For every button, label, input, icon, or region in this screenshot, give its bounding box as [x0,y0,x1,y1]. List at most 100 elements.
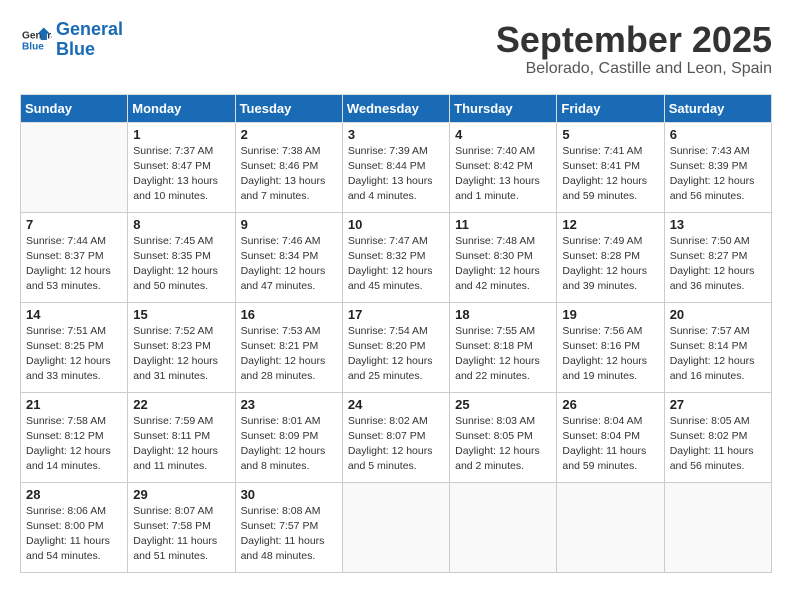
day-number: 6 [670,127,766,142]
day-info: Sunrise: 7:57 AM Sunset: 8:14 PM Dayligh… [670,324,766,385]
calendar-week-row: 28 Sunrise: 8:06 AM Sunset: 8:00 PM Dayli… [21,482,772,572]
calendar-table: SundayMondayTuesdayWednesdayThursdayFrid… [20,94,772,573]
day-number: 19 [562,307,658,322]
calendar-cell: 16Sunrise: 7:53 AM Sunset: 8:21 PM Dayli… [235,302,342,392]
calendar-cell: 2 Sunrise: 7:38 AM Sunset: 8:46 PM Daylig… [235,122,342,212]
day-number: 2 [241,127,337,142]
logo-icon: General Blue [20,26,52,54]
day-info: Sunrise: 7:49 AM Sunset: 8:28 PM Dayligh… [562,234,658,295]
day-number: 8 [133,217,229,232]
calendar-week-row: 1Sunrise: 7:37 AM Sunset: 8:47 PM Daylig… [21,122,772,212]
calendar-cell: 15 Sunrise: 7:52 AM Sunset: 8:23 PM Dayli… [128,302,235,392]
day-number: 30 [241,487,337,502]
calendar-cell: 14Sunrise: 7:51 AM Sunset: 8:25 PM Dayli… [21,302,128,392]
day-info: Sunrise: 7:54 AM Sunset: 8:20 PM Dayligh… [348,324,444,385]
calendar-cell: 22 Sunrise: 7:59 AM Sunset: 8:11 PM Dayli… [128,392,235,482]
calendar-cell: 25 Sunrise: 8:03 AM Sunset: 8:05 PM Dayli… [450,392,557,482]
day-number: 15 [133,307,229,322]
day-info: Sunrise: 7:41 AM Sunset: 8:41 PM Dayligh… [562,144,658,205]
day-info: Sunrise: 7:37 AM Sunset: 8:47 PM Dayligh… [133,144,229,205]
day-number: 20 [670,307,766,322]
weekday-header: Saturday [664,94,771,122]
day-info: Sunrise: 8:01 AM Sunset: 8:09 PM Dayligh… [241,414,337,475]
calendar-cell: 18 Sunrise: 7:55 AM Sunset: 8:18 PM Dayli… [450,302,557,392]
calendar-cell: 12 Sunrise: 7:49 AM Sunset: 8:28 PM Dayli… [557,212,664,302]
day-number: 26 [562,397,658,412]
calendar-cell: 6 Sunrise: 7:43 AM Sunset: 8:39 PM Daylig… [664,122,771,212]
calendar-cell: 10Sunrise: 7:47 AM Sunset: 8:32 PM Dayli… [342,212,449,302]
location-title: Belorado, Castille and Leon, Spain [496,60,772,78]
day-number: 24 [348,397,444,412]
day-info: Sunrise: 7:53 AM Sunset: 8:21 PM Dayligh… [241,324,337,385]
day-info: Sunrise: 7:39 AM Sunset: 8:44 PM Dayligh… [348,144,444,205]
day-number: 12 [562,217,658,232]
calendar-cell: 24Sunrise: 8:02 AM Sunset: 8:07 PM Dayli… [342,392,449,482]
month-title: September 2025 [496,20,772,60]
calendar-cell: 28 Sunrise: 8:06 AM Sunset: 8:00 PM Dayli… [21,482,128,572]
weekday-header: Tuesday [235,94,342,122]
calendar-cell: 9 Sunrise: 7:46 AM Sunset: 8:34 PM Daylig… [235,212,342,302]
calendar-cell: 7 Sunrise: 7:44 AM Sunset: 8:37 PM Daylig… [21,212,128,302]
calendar-cell [21,122,128,212]
day-number: 25 [455,397,551,412]
weekday-header: Wednesday [342,94,449,122]
calendar-cell: 21Sunrise: 7:58 AM Sunset: 8:12 PM Dayli… [21,392,128,482]
calendar-week-row: 21Sunrise: 7:58 AM Sunset: 8:12 PM Dayli… [21,392,772,482]
day-info: Sunrise: 7:58 AM Sunset: 8:12 PM Dayligh… [26,414,122,475]
calendar-cell: 13Sunrise: 7:50 AM Sunset: 8:27 PM Dayli… [664,212,771,302]
calendar-cell [557,482,664,572]
calendar-header: SundayMondayTuesdayWednesdayThursdayFrid… [21,94,772,122]
day-info: Sunrise: 8:06 AM Sunset: 8:00 PM Dayligh… [26,504,122,565]
day-info: Sunrise: 7:47 AM Sunset: 8:32 PM Dayligh… [348,234,444,295]
day-number: 9 [241,217,337,232]
page-header: General Blue GeneralBlue September 2025 … [20,20,772,78]
calendar-cell: 8 Sunrise: 7:45 AM Sunset: 8:35 PM Daylig… [128,212,235,302]
calendar-cell: 20 Sunrise: 7:57 AM Sunset: 8:14 PM Dayli… [664,302,771,392]
calendar-cell: 17 Sunrise: 7:54 AM Sunset: 8:20 PM Dayli… [342,302,449,392]
day-info: Sunrise: 8:03 AM Sunset: 8:05 PM Dayligh… [455,414,551,475]
weekday-header: Friday [557,94,664,122]
weekday-header: Sunday [21,94,128,122]
day-info: Sunrise: 7:52 AM Sunset: 8:23 PM Dayligh… [133,324,229,385]
day-number: 18 [455,307,551,322]
calendar-cell: 11Sunrise: 7:48 AM Sunset: 8:30 PM Dayli… [450,212,557,302]
calendar-cell [450,482,557,572]
day-info: Sunrise: 7:55 AM Sunset: 8:18 PM Dayligh… [455,324,551,385]
calendar-cell: 5 Sunrise: 7:41 AM Sunset: 8:41 PM Daylig… [557,122,664,212]
calendar-cell: 30Sunrise: 8:08 AM Sunset: 7:57 PM Dayli… [235,482,342,572]
day-number: 22 [133,397,229,412]
day-number: 29 [133,487,229,502]
day-number: 5 [562,127,658,142]
day-number: 28 [26,487,122,502]
svg-text:Blue: Blue [22,41,44,52]
day-info: Sunrise: 7:48 AM Sunset: 8:30 PM Dayligh… [455,234,551,295]
calendar-cell: 1Sunrise: 7:37 AM Sunset: 8:47 PM Daylig… [128,122,235,212]
day-info: Sunrise: 8:05 AM Sunset: 8:02 PM Dayligh… [670,414,766,475]
weekday-row: SundayMondayTuesdayWednesdayThursdayFrid… [21,94,772,122]
calendar-cell: 26Sunrise: 8:04 AM Sunset: 8:04 PM Dayli… [557,392,664,482]
day-info: Sunrise: 7:44 AM Sunset: 8:37 PM Dayligh… [26,234,122,295]
day-info: Sunrise: 7:43 AM Sunset: 8:39 PM Dayligh… [670,144,766,205]
calendar-cell: 3Sunrise: 7:39 AM Sunset: 8:44 PM Daylig… [342,122,449,212]
calendar-cell: 27 Sunrise: 8:05 AM Sunset: 8:02 PM Dayli… [664,392,771,482]
day-number: 7 [26,217,122,232]
calendar-body: 1Sunrise: 7:37 AM Sunset: 8:47 PM Daylig… [21,122,772,572]
day-number: 27 [670,397,766,412]
calendar-week-row: 7 Sunrise: 7:44 AM Sunset: 8:37 PM Daylig… [21,212,772,302]
title-area: September 2025 Belorado, Castille and Le… [496,20,772,78]
day-number: 4 [455,127,551,142]
day-info: Sunrise: 7:45 AM Sunset: 8:35 PM Dayligh… [133,234,229,295]
day-number: 17 [348,307,444,322]
day-info: Sunrise: 7:56 AM Sunset: 8:16 PM Dayligh… [562,324,658,385]
day-info: Sunrise: 7:46 AM Sunset: 8:34 PM Dayligh… [241,234,337,295]
day-info: Sunrise: 7:40 AM Sunset: 8:42 PM Dayligh… [455,144,551,205]
day-info: Sunrise: 7:59 AM Sunset: 8:11 PM Dayligh… [133,414,229,475]
logo: General Blue GeneralBlue [20,20,123,60]
calendar-cell: 4 Sunrise: 7:40 AM Sunset: 8:42 PM Daylig… [450,122,557,212]
day-number: 14 [26,307,122,322]
day-number: 23 [241,397,337,412]
logo-text: GeneralBlue [56,20,123,60]
weekday-header: Monday [128,94,235,122]
calendar-cell: 23 Sunrise: 8:01 AM Sunset: 8:09 PM Dayli… [235,392,342,482]
day-info: Sunrise: 7:38 AM Sunset: 8:46 PM Dayligh… [241,144,337,205]
